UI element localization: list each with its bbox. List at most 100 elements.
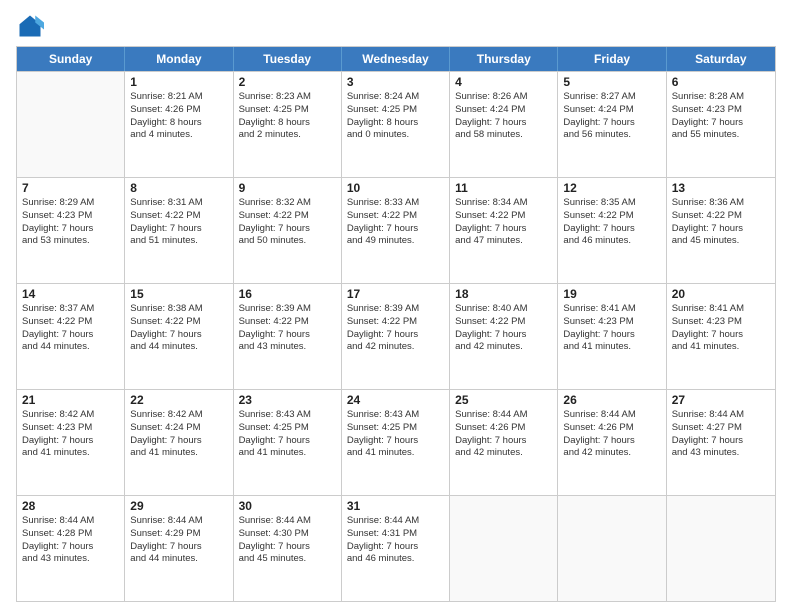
calendar-week-2: 7 Sunrise: 8:29 AM Sunset: 4:23 PM Daylig…	[17, 177, 775, 283]
cell-date: 3	[347, 75, 444, 89]
calendar-cell	[17, 72, 125, 177]
cell-date: 27	[672, 393, 770, 407]
calendar-cell: 22 Sunrise: 8:42 AM Sunset: 4:24 PM Dayli…	[125, 390, 233, 495]
calendar-week-4: 21 Sunrise: 8:42 AM Sunset: 4:23 PM Dayli…	[17, 389, 775, 495]
cell-date: 23	[239, 393, 336, 407]
calendar-cell: 4 Sunrise: 8:26 AM Sunset: 4:24 PM Daylig…	[450, 72, 558, 177]
cell-date: 19	[563, 287, 660, 301]
cell-info: Sunrise: 8:44 AM Sunset: 4:27 PM Dayligh…	[672, 409, 770, 460]
calendar-header-saturday: Saturday	[667, 47, 775, 71]
calendar-cell: 3Sunrise: 8:24 AM Sunset: 4:25 PM Daylig…	[342, 72, 450, 177]
cell-date: 21	[22, 393, 119, 407]
cell-date: 5	[563, 75, 660, 89]
cell-date: 24	[347, 393, 444, 407]
cell-info: Sunrise: 8:31 AM Sunset: 4:22 PM Dayligh…	[130, 197, 227, 248]
cell-date: 4	[455, 75, 552, 89]
cell-info: Sunrise: 8:35 AM Sunset: 4:22 PM Dayligh…	[563, 197, 660, 248]
cell-info: Sunrise: 8:28 AM Sunset: 4:23 PM Dayligh…	[672, 91, 770, 142]
calendar-cell: 28 Sunrise: 8:44 AM Sunset: 4:28 PM Dayli…	[17, 496, 125, 601]
calendar-cell: 12Sunrise: 8:35 AM Sunset: 4:22 PM Dayli…	[558, 178, 666, 283]
calendar-week-1: 1 Sunrise: 8:21 AM Sunset: 4:26 PM Daylig…	[17, 71, 775, 177]
calendar-header-sunday: Sunday	[17, 47, 125, 71]
cell-info: Sunrise: 8:43 AM Sunset: 4:25 PM Dayligh…	[347, 409, 444, 460]
cell-date: 7	[22, 181, 119, 195]
cell-info: Sunrise: 8:37 AM Sunset: 4:22 PM Dayligh…	[22, 303, 119, 354]
calendar-cell: 15 Sunrise: 8:38 AM Sunset: 4:22 PM Dayli…	[125, 284, 233, 389]
cell-date: 1	[130, 75, 227, 89]
calendar-cell	[450, 496, 558, 601]
cell-info: Sunrise: 8:38 AM Sunset: 4:22 PM Dayligh…	[130, 303, 227, 354]
cell-date: 14	[22, 287, 119, 301]
cell-info: Sunrise: 8:44 AM Sunset: 4:28 PM Dayligh…	[22, 515, 119, 566]
calendar-header-monday: Monday	[125, 47, 233, 71]
cell-date: 18	[455, 287, 552, 301]
cell-date: 11	[455, 181, 552, 195]
cell-info: Sunrise: 8:43 AM Sunset: 4:25 PM Dayligh…	[239, 409, 336, 460]
calendar-cell: 18 Sunrise: 8:40 AM Sunset: 4:22 PM Dayli…	[450, 284, 558, 389]
calendar-header-friday: Friday	[558, 47, 666, 71]
cell-info: Sunrise: 8:44 AM Sunset: 4:30 PM Dayligh…	[239, 515, 336, 566]
page: SundayMondayTuesdayWednesdayThursdayFrid…	[0, 0, 792, 612]
cell-info: Sunrise: 8:21 AM Sunset: 4:26 PM Dayligh…	[130, 91, 227, 142]
calendar-cell: 10 Sunrise: 8:33 AM Sunset: 4:22 PM Dayli…	[342, 178, 450, 283]
cell-info: Sunrise: 8:23 AM Sunset: 4:25 PM Dayligh…	[239, 91, 336, 142]
calendar-cell: 13 Sunrise: 8:36 AM Sunset: 4:22 PM Dayli…	[667, 178, 775, 283]
cell-date: 8	[130, 181, 227, 195]
calendar-cell: 1 Sunrise: 8:21 AM Sunset: 4:26 PM Daylig…	[125, 72, 233, 177]
cell-date: 29	[130, 499, 227, 513]
cell-date: 16	[239, 287, 336, 301]
calendar-cell: 6 Sunrise: 8:28 AM Sunset: 4:23 PM Daylig…	[667, 72, 775, 177]
cell-info: Sunrise: 8:40 AM Sunset: 4:22 PM Dayligh…	[455, 303, 552, 354]
calendar-cell: 23 Sunrise: 8:43 AM Sunset: 4:25 PM Dayli…	[234, 390, 342, 495]
calendar-cell: 24 Sunrise: 8:43 AM Sunset: 4:25 PM Dayli…	[342, 390, 450, 495]
cell-info: Sunrise: 8:36 AM Sunset: 4:22 PM Dayligh…	[672, 197, 770, 248]
calendar-header-wednesday: Wednesday	[342, 47, 450, 71]
cell-info: Sunrise: 8:33 AM Sunset: 4:22 PM Dayligh…	[347, 197, 444, 248]
calendar-body: 1 Sunrise: 8:21 AM Sunset: 4:26 PM Daylig…	[17, 71, 775, 601]
cell-info: Sunrise: 8:44 AM Sunset: 4:31 PM Dayligh…	[347, 515, 444, 566]
cell-date: 17	[347, 287, 444, 301]
calendar-cell: 21 Sunrise: 8:42 AM Sunset: 4:23 PM Dayli…	[17, 390, 125, 495]
cell-info: Sunrise: 8:41 AM Sunset: 4:23 PM Dayligh…	[563, 303, 660, 354]
cell-info: Sunrise: 8:44 AM Sunset: 4:26 PM Dayligh…	[455, 409, 552, 460]
header	[16, 12, 776, 40]
cell-date: 28	[22, 499, 119, 513]
cell-date: 22	[130, 393, 227, 407]
cell-date: 10	[347, 181, 444, 195]
calendar-cell: 16Sunrise: 8:39 AM Sunset: 4:22 PM Dayli…	[234, 284, 342, 389]
calendar-cell: 27 Sunrise: 8:44 AM Sunset: 4:27 PM Dayli…	[667, 390, 775, 495]
calendar-cell: 25 Sunrise: 8:44 AM Sunset: 4:26 PM Dayli…	[450, 390, 558, 495]
cell-info: Sunrise: 8:32 AM Sunset: 4:22 PM Dayligh…	[239, 197, 336, 248]
calendar-cell: 31 Sunrise: 8:44 AM Sunset: 4:31 PM Dayli…	[342, 496, 450, 601]
calendar-cell: 29Sunrise: 8:44 AM Sunset: 4:29 PM Dayli…	[125, 496, 233, 601]
calendar: SundayMondayTuesdayWednesdayThursdayFrid…	[16, 46, 776, 602]
cell-info: Sunrise: 8:42 AM Sunset: 4:23 PM Dayligh…	[22, 409, 119, 460]
cell-info: Sunrise: 8:29 AM Sunset: 4:23 PM Dayligh…	[22, 197, 119, 248]
calendar-week-3: 14 Sunrise: 8:37 AM Sunset: 4:22 PM Dayli…	[17, 283, 775, 389]
cell-date: 26	[563, 393, 660, 407]
calendar-header-thursday: Thursday	[450, 47, 558, 71]
cell-date: 15	[130, 287, 227, 301]
cell-date: 30	[239, 499, 336, 513]
calendar-cell: 30 Sunrise: 8:44 AM Sunset: 4:30 PM Dayli…	[234, 496, 342, 601]
calendar-header: SundayMondayTuesdayWednesdayThursdayFrid…	[17, 47, 775, 71]
calendar-cell: 8 Sunrise: 8:31 AM Sunset: 4:22 PM Daylig…	[125, 178, 233, 283]
calendar-cell: 19 Sunrise: 8:41 AM Sunset: 4:23 PM Dayli…	[558, 284, 666, 389]
cell-date: 9	[239, 181, 336, 195]
cell-info: Sunrise: 8:27 AM Sunset: 4:24 PM Dayligh…	[563, 91, 660, 142]
cell-info: Sunrise: 8:26 AM Sunset: 4:24 PM Dayligh…	[455, 91, 552, 142]
cell-date: 6	[672, 75, 770, 89]
cell-info: Sunrise: 8:34 AM Sunset: 4:22 PM Dayligh…	[455, 197, 552, 248]
cell-date: 20	[672, 287, 770, 301]
calendar-cell: 17 Sunrise: 8:39 AM Sunset: 4:22 PM Dayli…	[342, 284, 450, 389]
calendar-cell: 14 Sunrise: 8:37 AM Sunset: 4:22 PM Dayli…	[17, 284, 125, 389]
cell-date: 25	[455, 393, 552, 407]
calendar-cell: 7 Sunrise: 8:29 AM Sunset: 4:23 PM Daylig…	[17, 178, 125, 283]
cell-info: Sunrise: 8:39 AM Sunset: 4:22 PM Dayligh…	[347, 303, 444, 354]
cell-info: Sunrise: 8:44 AM Sunset: 4:26 PM Dayligh…	[563, 409, 660, 460]
cell-date: 13	[672, 181, 770, 195]
calendar-cell: 5 Sunrise: 8:27 AM Sunset: 4:24 PM Daylig…	[558, 72, 666, 177]
cell-info: Sunrise: 8:42 AM Sunset: 4:24 PM Dayligh…	[130, 409, 227, 460]
logo	[16, 12, 48, 40]
cell-date: 31	[347, 499, 444, 513]
